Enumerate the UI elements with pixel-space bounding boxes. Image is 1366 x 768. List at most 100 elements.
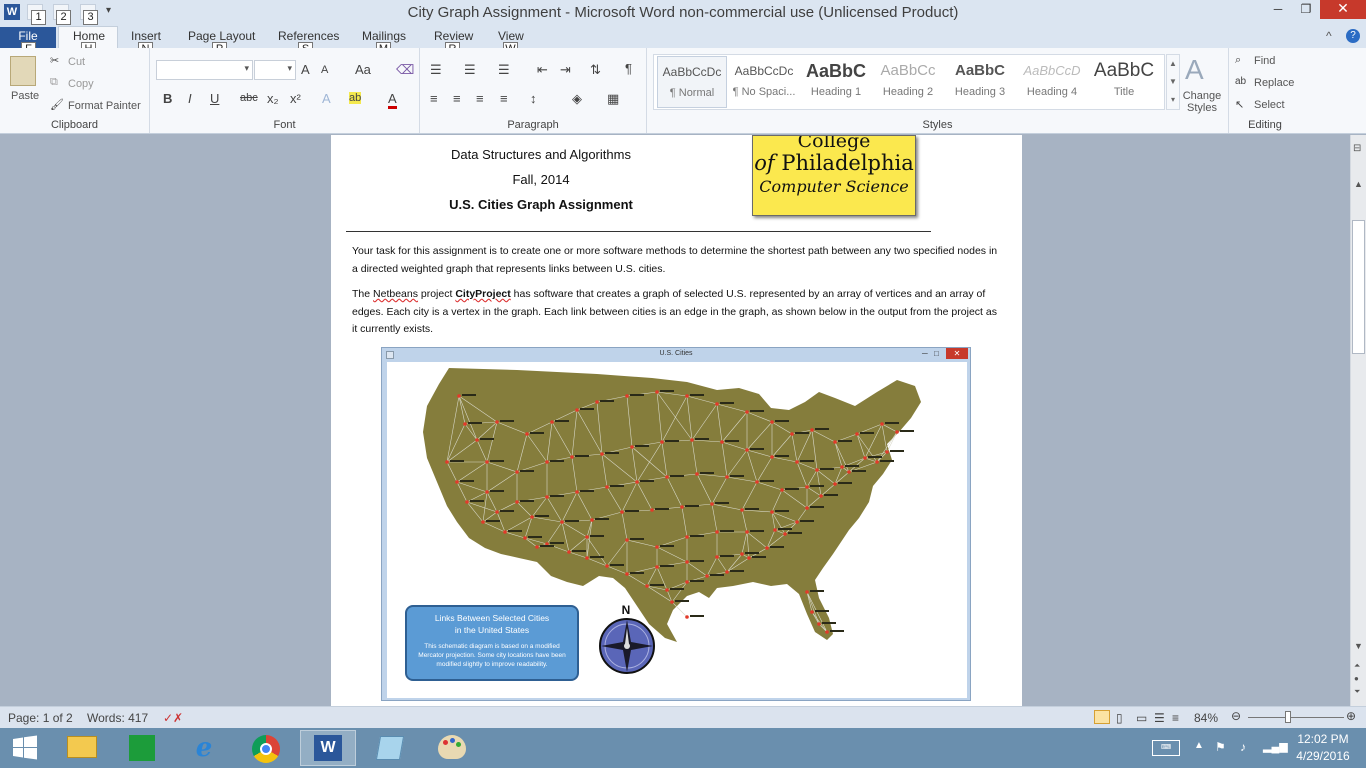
style-heading-4[interactable]: AaBbCcD Heading 4 xyxy=(1017,56,1087,108)
borders-icon[interactable]: ▦ xyxy=(607,91,619,107)
font-name-combo[interactable]: ▾ xyxy=(156,60,253,80)
zoom-slider-track[interactable] xyxy=(1248,717,1344,718)
grow-font-icon[interactable]: A xyxy=(301,62,310,77)
style-no-spacing[interactable]: AaBbCcDc ¶ No Spaci... xyxy=(729,56,799,108)
ribbon-collapse-icon[interactable]: ^ xyxy=(1326,29,1332,43)
align-center-icon[interactable]: ≡ xyxy=(453,91,461,106)
show-formatting-icon[interactable]: ¶ xyxy=(625,61,632,76)
sort-icon[interactable]: ⇅ xyxy=(590,62,601,78)
chrome-icon[interactable] xyxy=(238,730,294,766)
show-hidden-icons[interactable]: ▲ xyxy=(1194,740,1204,751)
find-button[interactable]: Find xyxy=(1254,55,1275,67)
previous-page-icon[interactable]: ⏶ xyxy=(1354,661,1360,671)
line-spacing-icon[interactable]: ↕ xyxy=(530,91,537,106)
word-taskbar-icon[interactable]: W xyxy=(300,730,356,766)
store-icon[interactable] xyxy=(114,730,170,766)
tab-home[interactable]: Home xyxy=(73,29,105,43)
network-icon[interactable]: ▂▄▆ xyxy=(1263,740,1288,753)
word-count[interactable]: Words: 417 xyxy=(87,711,148,725)
volume-icon[interactable]: ♪ xyxy=(1240,740,1246,754)
keyboard-icon[interactable]: ⌨ xyxy=(1152,740,1180,756)
italic-icon[interactable]: I xyxy=(188,91,192,106)
scroll-thumb[interactable] xyxy=(1352,220,1365,354)
change-styles-button[interactable]: Change Styles xyxy=(1180,90,1224,114)
change-styles-icon[interactable]: A xyxy=(1185,54,1204,86)
scroll-down-icon[interactable]: ▼ xyxy=(1354,641,1363,651)
shrink-font-icon[interactable]: A xyxy=(321,64,328,76)
style-heading-1[interactable]: AaBbC Heading 1 xyxy=(801,56,871,108)
bullets-icon[interactable]: ☰ xyxy=(430,62,442,78)
numbering-icon[interactable]: ☰ xyxy=(464,62,476,78)
paste-icon[interactable] xyxy=(10,56,36,86)
paint-icon[interactable] xyxy=(424,730,480,766)
copy-icon[interactable]: ⧉ xyxy=(50,76,58,89)
select-icon[interactable]: ↖ xyxy=(1235,98,1244,111)
page-count[interactable]: Page: 1 of 2 xyxy=(8,711,73,725)
tab-insert[interactable]: Insert xyxy=(131,29,161,43)
strikethrough-icon[interactable]: abc xyxy=(240,92,258,104)
internet-explorer-icon[interactable]: e xyxy=(176,730,232,766)
tab-references[interactable]: References xyxy=(278,29,339,43)
multilevel-list-icon[interactable]: ☰ xyxy=(498,62,510,78)
close-window-icon[interactable]: ✕ xyxy=(1320,0,1366,19)
highlight-icon[interactable]: ab xyxy=(349,92,362,104)
zoom-out-icon[interactable]: ⊖ xyxy=(1231,709,1241,723)
change-case-icon[interactable]: Aa xyxy=(355,62,371,77)
font-color-icon[interactable]: A xyxy=(388,91,397,109)
tab-view[interactable]: View xyxy=(498,29,524,43)
underline-icon[interactable]: U xyxy=(210,91,219,106)
tab-mailings[interactable]: Mailings xyxy=(362,29,406,43)
styles-gallery-scroll[interactable]: ▲ ▼ ▾ xyxy=(1166,54,1180,110)
increase-indent-icon[interactable]: ⇥ xyxy=(560,62,571,78)
bold-icon[interactable]: B xyxy=(163,91,172,106)
style-heading-3[interactable]: AaBbC Heading 3 xyxy=(945,56,1015,108)
decrease-indent-icon[interactable]: ⇤ xyxy=(537,62,548,78)
format-painter-button[interactable]: Format Painter xyxy=(68,100,141,112)
draft-icon[interactable]: ≡ xyxy=(1172,711,1179,725)
help-icon[interactable]: ? xyxy=(1346,29,1360,43)
zoom-level[interactable]: 84% xyxy=(1194,711,1218,725)
print-layout-icon[interactable] xyxy=(1094,710,1110,724)
superscript-icon[interactable]: x² xyxy=(290,91,301,106)
copy-button[interactable]: Copy xyxy=(68,78,94,90)
format-painter-icon[interactable]: 🖌 xyxy=(50,98,64,111)
minimize-icon[interactable]: ─ xyxy=(1263,2,1293,22)
restore-icon[interactable]: ❐ xyxy=(1293,2,1319,22)
tab-page-layout[interactable]: Page Layout xyxy=(188,29,255,43)
tab-review[interactable]: Review xyxy=(434,29,473,43)
browse-object-icon[interactable]: ● xyxy=(1354,674,1359,683)
align-right-icon[interactable]: ≡ xyxy=(476,91,484,106)
document-page[interactable]: Data Structures and Algorithms Fall, 201… xyxy=(331,135,1022,706)
proofing-icon[interactable]: ✓✗ xyxy=(163,711,183,725)
ruler-toggle-icon[interactable]: ⊟ xyxy=(1353,143,1361,154)
style-heading-2[interactable]: AaBbCc Heading 2 xyxy=(873,56,943,108)
replace-icon[interactable]: ab xyxy=(1235,76,1246,87)
file-explorer-icon[interactable] xyxy=(54,730,110,766)
clock-time[interactable]: 12:02 PM xyxy=(1290,732,1356,746)
text-effects-icon[interactable]: A xyxy=(322,91,331,106)
vertical-scrollbar[interactable]: ⊟ ▲ ▼ ⏶ ● ⏷ xyxy=(1350,135,1366,706)
action-center-flag-icon[interactable]: ⚑ xyxy=(1215,740,1226,754)
notepad-icon[interactable] xyxy=(362,730,418,766)
zoom-slider-thumb[interactable] xyxy=(1285,711,1291,723)
replace-button[interactable]: Replace xyxy=(1254,77,1294,89)
web-layout-icon[interactable]: ▭ xyxy=(1136,711,1147,725)
subscript-icon[interactable]: x₂ xyxy=(267,91,279,106)
shading-icon[interactable]: ◈ xyxy=(572,91,582,107)
full-screen-reading-icon[interactable]: ▯ xyxy=(1116,711,1123,725)
style-title[interactable]: AaBbC Title xyxy=(1089,56,1159,108)
clock-date[interactable]: 4/29/2016 xyxy=(1290,749,1356,763)
next-page-icon[interactable]: ⏷ xyxy=(1354,687,1360,697)
justify-icon[interactable]: ≡ xyxy=(500,91,508,106)
paste-button[interactable]: Paste xyxy=(11,90,39,102)
cut-button[interactable]: Cut xyxy=(68,56,85,68)
zoom-in-icon[interactable]: ⊕ xyxy=(1346,709,1356,723)
font-size-combo[interactable]: ▾ xyxy=(254,60,296,80)
cut-icon[interactable]: ✂ xyxy=(50,54,59,67)
find-icon[interactable]: ⌕ xyxy=(1235,54,1241,67)
align-left-icon[interactable]: ≡ xyxy=(430,91,438,106)
start-button[interactable] xyxy=(0,730,50,766)
select-button[interactable]: Select xyxy=(1254,99,1285,111)
clear-formatting-icon[interactable]: ⌫ xyxy=(396,62,414,78)
scroll-up-icon[interactable]: ▲ xyxy=(1354,179,1363,189)
